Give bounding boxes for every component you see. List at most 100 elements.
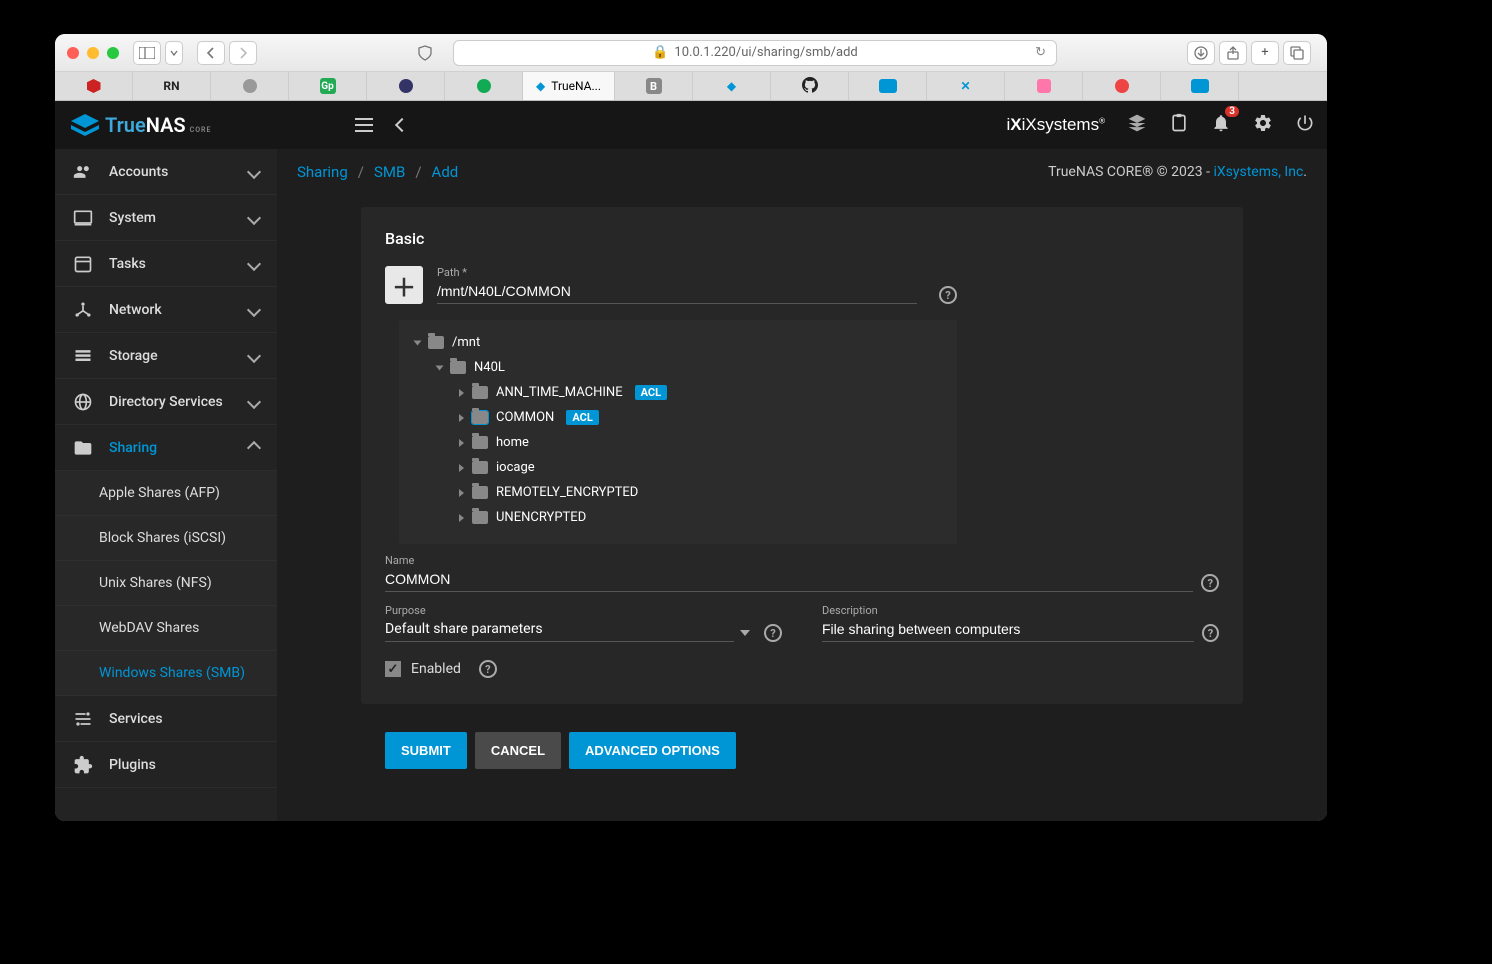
sidebar-sub-webdav[interactable]: WebDAV Shares (55, 606, 277, 651)
forward-button[interactable] (229, 41, 257, 65)
advanced-options-button[interactable]: ADVANCED OPTIONS (569, 732, 736, 769)
help-icon[interactable]: ? (479, 660, 497, 678)
browser-titlebar: 🔒 10.0.1.220/ui/sharing/smb/add ↻ + (55, 34, 1327, 72)
share-button[interactable] (1219, 41, 1247, 65)
sidebar-item-services[interactable]: Services (55, 696, 277, 742)
help-icon[interactable]: ? (1201, 574, 1219, 592)
folder-icon (472, 411, 488, 424)
url-bar[interactable]: 🔒 10.0.1.220/ui/sharing/smb/add ↻ (453, 40, 1057, 66)
shield-icon[interactable] (411, 41, 439, 65)
tree-node[interactable]: home (459, 430, 941, 455)
chevron-down-icon (740, 630, 750, 636)
tabs-overview-button[interactable] (1283, 41, 1311, 65)
browser-tab[interactable]: B (615, 72, 693, 100)
app-sidebar: Accounts System Tasks Network Storage Di… (55, 149, 277, 821)
path-input[interactable] (437, 279, 917, 304)
notification-badge: 3 (1225, 106, 1239, 117)
sidebar-item-directory-services[interactable]: Directory Services (55, 379, 277, 425)
expand-icon[interactable] (459, 514, 464, 522)
tree-node[interactable]: COMMON ACL (459, 405, 941, 430)
browser-tab[interactable]: ◆ (693, 72, 771, 100)
nav-back-button[interactable] (395, 118, 409, 132)
enabled-checkbox[interactable]: ✓ (385, 661, 401, 677)
browser-tab[interactable] (849, 72, 927, 100)
tree-node-mnt[interactable]: /mnt (415, 330, 941, 355)
breadcrumb-bar: Sharing / SMB / Add TrueNAS CORE® © 2023… (277, 149, 1327, 195)
truecommand-icon[interactable] (1127, 113, 1147, 137)
lock-icon: 🔒 (652, 45, 668, 60)
expand-icon[interactable] (459, 489, 464, 497)
back-button[interactable] (197, 41, 225, 65)
menu-toggle-button[interactable] (355, 118, 373, 132)
form-card: Basic ＋ Path * ? /mnt (361, 207, 1243, 704)
browser-tab[interactable]: RN (133, 72, 211, 100)
expand-icon[interactable] (459, 439, 464, 447)
crumb-add[interactable]: Add (432, 163, 459, 181)
browser-tab[interactable] (211, 72, 289, 100)
sidebar-toggle-button[interactable] (133, 41, 161, 65)
traffic-lights (67, 47, 119, 59)
browser-tab-active[interactable]: ◆ TrueNA... (523, 72, 615, 100)
ixsystems-link[interactable]: iXsystems, Inc (1213, 164, 1303, 180)
sidebar-item-network[interactable]: Network (55, 287, 277, 333)
add-path-button[interactable]: ＋ (385, 266, 423, 304)
tree-node-n40l[interactable]: N40L (437, 355, 941, 380)
expand-icon[interactable] (414, 340, 422, 345)
browser-tab[interactable] (367, 72, 445, 100)
maximize-window-button[interactable] (107, 47, 119, 59)
sidebar-item-storage[interactable]: Storage (55, 333, 277, 379)
browser-tabbar: RN Gp ◆ TrueNA... B ◆ ✕ (55, 72, 1327, 101)
favicon (243, 79, 257, 93)
browser-tab[interactable] (1083, 72, 1161, 100)
sidebar-sub-iscsi[interactable]: Block Shares (iSCSI) (55, 516, 277, 561)
help-icon[interactable]: ? (764, 624, 782, 642)
sidebar-item-tasks[interactable]: Tasks (55, 241, 277, 287)
sidebar-sub-smb[interactable]: Windows Shares (SMB) (55, 651, 277, 696)
sidebar-item-system[interactable]: System (55, 195, 277, 241)
brand-logo[interactable]: TrueNAS CORE (71, 113, 211, 137)
tree-node[interactable]: UNENCRYPTED (459, 505, 941, 530)
expand-icon[interactable] (436, 365, 444, 370)
sidebar-item-accounts[interactable]: Accounts (55, 149, 277, 195)
close-window-button[interactable] (67, 47, 79, 59)
help-icon[interactable]: ? (1202, 624, 1219, 642)
expand-icon[interactable] (459, 389, 464, 397)
submit-button[interactable]: SUBMIT (385, 732, 467, 769)
expand-icon[interactable] (459, 464, 464, 472)
ixsystems-logo[interactable]: iXiXsystems® (1007, 115, 1106, 135)
settings-icon[interactable] (1253, 113, 1273, 137)
browser-tab[interactable] (1005, 72, 1083, 100)
sidebar-item-sharing[interactable]: Sharing (55, 425, 277, 471)
browser-tab[interactable]: ✕ (927, 72, 1005, 100)
description-input[interactable] (822, 617, 1194, 642)
power-icon[interactable] (1295, 113, 1315, 137)
browser-tab[interactable] (55, 72, 133, 100)
tree-node[interactable]: iocage (459, 455, 941, 480)
sidebar-item-plugins[interactable]: Plugins (55, 742, 277, 788)
sidebar-sub-nfs[interactable]: Unix Shares (NFS) (55, 561, 277, 606)
browser-tab[interactable] (445, 72, 523, 100)
section-title: Basic (385, 229, 1219, 248)
new-tab-button[interactable]: + (1251, 41, 1279, 65)
crumb-sharing[interactable]: Sharing (297, 163, 348, 181)
browser-tab[interactable] (1161, 72, 1239, 100)
cancel-button[interactable]: CANCEL (475, 732, 561, 769)
tree-node[interactable]: REMOTELY_ENCRYPTED (459, 480, 941, 505)
favicon (399, 79, 413, 93)
crumb-smb[interactable]: SMB (374, 163, 405, 181)
refresh-icon[interactable]: ↻ (1035, 45, 1046, 60)
expand-icon[interactable] (459, 414, 464, 422)
favicon (87, 79, 101, 93)
sidebar-sub-afp[interactable]: Apple Shares (AFP) (55, 471, 277, 516)
notifications-icon[interactable]: 3 (1211, 113, 1231, 137)
purpose-select[interactable]: Default share parameters (385, 617, 734, 642)
browser-tab[interactable]: Gp (289, 72, 367, 100)
minimize-window-button[interactable] (87, 47, 99, 59)
tree-node[interactable]: ANN_TIME_MACHINE ACL (459, 380, 941, 405)
name-input[interactable] (385, 567, 1193, 592)
tab-group-button[interactable] (165, 41, 183, 65)
help-icon[interactable]: ? (939, 286, 957, 304)
clipboard-icon[interactable] (1169, 113, 1189, 137)
downloads-button[interactable] (1187, 41, 1215, 65)
browser-tab[interactable] (771, 72, 849, 100)
